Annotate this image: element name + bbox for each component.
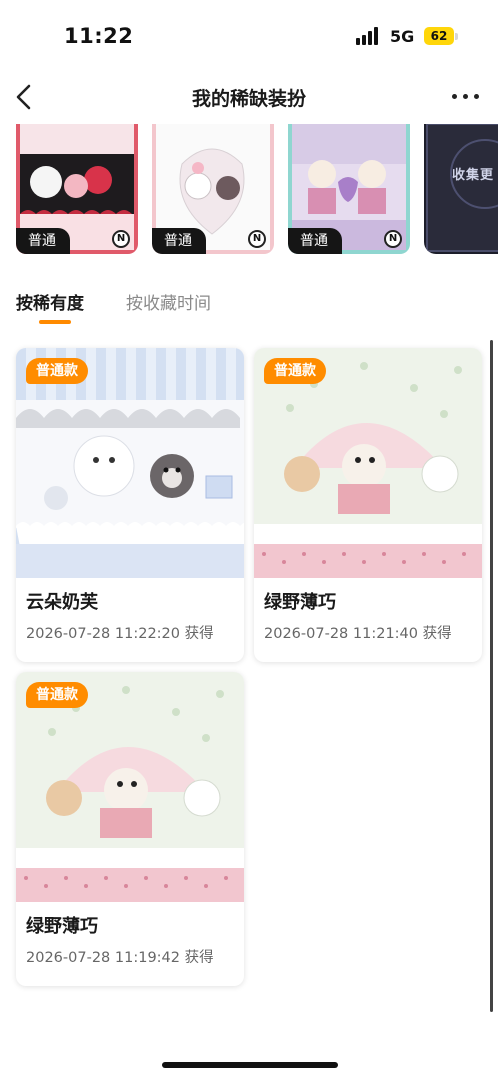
outfit-name: 云朵奶芙 <box>26 592 98 613</box>
obtained-date: 2026-07-28 11:22:20 获得 <box>26 626 214 642</box>
rarity-badge: 普通款 <box>264 358 326 384</box>
rarity-n-icon: N <box>248 230 266 248</box>
showcase-item[interactable]: 普通 N <box>288 124 410 254</box>
more-button[interactable] <box>448 86 484 108</box>
rarity-tag: 普通 <box>16 228 70 254</box>
status-bar: 11:22 5G 62 <box>0 0 498 72</box>
outfit-card[interactable]: 普通款 绿野薄巧 2026-07-28 11:19:42 获得 <box>16 672 244 986</box>
showcase-strip: 普通 N 普通 N 普通 N 收集更 <box>0 124 498 256</box>
outfit-name: 绿野薄巧 <box>26 916 98 937</box>
showcase-item[interactable]: 普通 N <box>152 124 274 254</box>
more-dot-icon <box>452 94 457 99</box>
tab-by-rarity[interactable]: 按稀有度 <box>16 289 84 314</box>
rarity-badge: 普通款 <box>26 358 88 384</box>
active-tab-indicator <box>39 320 71 324</box>
showcase-more-card[interactable]: 收集更 <box>424 124 498 254</box>
rarity-n-icon: N <box>384 230 402 248</box>
nav-bar: 我的稀缺装扮 <box>0 72 498 122</box>
signal-icon <box>356 27 380 45</box>
obtained-date: 2026-07-28 11:19:42 获得 <box>26 950 214 966</box>
more-dot-icon <box>463 94 468 99</box>
more-dot-icon <box>474 94 479 99</box>
rarity-badge: 普通款 <box>26 682 88 708</box>
tab-by-collect-time[interactable]: 按收藏时间 <box>126 289 211 314</box>
battery-icon: 62 <box>424 27 454 45</box>
outfit-card[interactable]: 普通款 绿野薄巧 2026-07-28 11:21:40 获得 <box>254 348 482 662</box>
collect-more-label: 收集更 <box>452 168 495 183</box>
collection-card-art <box>424 124 498 254</box>
obtained-date: 2026-07-28 11:21:40 获得 <box>264 626 452 642</box>
outfit-name: 绿野薄巧 <box>264 592 336 613</box>
outfit-card[interactable]: 普通款 云朵奶芙 2026-07-28 11:22:20 获得 <box>16 348 244 662</box>
status-time: 11:22 <box>64 24 134 48</box>
rarity-tag: 普通 <box>152 228 206 254</box>
home-indicator[interactable] <box>162 1062 338 1068</box>
battery-tip <box>455 33 458 40</box>
scrollbar[interactable] <box>490 340 493 1012</box>
showcase-item[interactable]: 普通 N <box>16 124 138 254</box>
rarity-n-icon: N <box>112 230 130 248</box>
page-title: 我的稀缺装扮 <box>191 88 306 110</box>
network-label: 5G <box>390 27 415 46</box>
rarity-tag: 普通 <box>288 228 342 254</box>
